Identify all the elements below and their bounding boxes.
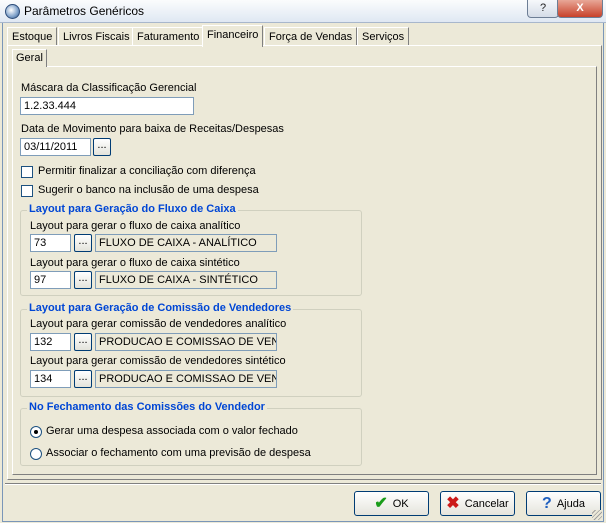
app-icon [5,4,20,19]
subtab-geral[interactable]: Geral [12,49,47,67]
question-icon: ? [542,494,552,512]
button-separator [5,483,601,485]
date-picker-button[interactable]: ... [93,138,111,156]
comissao-group-title: Layout para Geração de Comissão de Vende… [27,302,294,314]
data-movimento-label: Data de Movimento para baixa de Receitas… [21,123,284,135]
comissao-sintetico-code-field[interactable]: 134 [30,370,71,388]
resize-grip[interactable] [592,510,602,520]
comissao-sintetico-desc-field: PRODUCAO E COMISSAO DE VEND [95,370,277,388]
tab-forca-de-vendas[interactable]: Força de Vendas [264,27,358,46]
help-button[interactable]: ? Ajuda [526,491,601,516]
cancel-button[interactable]: ✖ Cancelar [440,491,515,516]
tab-financeiro[interactable]: Financeiro [202,25,264,47]
fluxo-sintetico-desc-field: FLUXO DE CAIXA - SINTÉTICO [95,271,277,289]
comissao-sintetico-lookup-button[interactable]: ... [74,370,92,388]
fluxo-analitico-code-field[interactable]: 73 [30,234,71,252]
help-window-button[interactable]: ? [527,0,559,18]
mascara-label: Máscara da Classificação Gerencial [21,82,197,94]
fechamento-group-title: No Fechamento das Comissões do Vendedor [27,401,267,413]
comissao-analitico-lookup-button[interactable]: ... [74,333,92,351]
tab-estoque[interactable]: Estoque [7,27,58,46]
fluxo-analitico-desc-field: FLUXO DE CAIXA - ANALÍTICO [95,234,277,252]
tab-livros-fiscais[interactable]: Livros Fiscais [58,27,135,46]
conciliacao-label: Permitir finalizar a conciliação com dif… [38,165,256,177]
title-bar[interactable]: Parâmetros Genéricos ? X [0,0,606,23]
ok-button[interactable]: ✔ OK [354,491,429,516]
sugerir-banco-checkbox[interactable] [21,185,33,197]
window-title: Parâmetros Genéricos [24,4,145,18]
mascara-field[interactable]: 1.2.33.444 [20,97,194,115]
fluxo-analitico-label: Layout para gerar o fluxo de caixa analí… [30,220,241,232]
associar-previsao-label: Associar o fechamento com uma previsão d… [46,447,311,459]
sugerir-banco-label: Sugerir o banco na inclusão de uma despe… [38,184,259,196]
comissao-analitico-desc-field: PRODUCAO E COMISSAO DE VEND [95,333,277,351]
associar-previsao-radio[interactable] [30,448,42,460]
help-button-label: Ajuda [556,497,585,510]
conciliacao-checkbox[interactable] [21,166,33,178]
comissao-sintetico-label: Layout para gerar comissão de vendedores… [30,355,286,367]
fluxo-analitico-lookup-button[interactable]: ... [74,234,92,252]
fluxo-sintetico-lookup-button[interactable]: ... [74,271,92,289]
gerar-despesa-radio[interactable] [30,426,42,438]
comissao-analitico-label: Layout para gerar comissão de vendedores… [30,318,287,330]
fluxo-sintetico-code-field[interactable]: 97 [30,271,71,289]
data-movimento-field[interactable]: 03/11/2011 [20,138,91,156]
tab-servicos[interactable]: Serviços [357,27,410,46]
tab-faturamento[interactable]: Faturamento [132,27,205,46]
check-icon: ✔ [374,494,388,512]
x-icon: ✖ [446,494,460,512]
comissao-analitico-code-field[interactable]: 132 [30,333,71,351]
fluxo-sintetico-label: Layout para gerar o fluxo de caixa sinté… [30,257,240,269]
fluxo-caixa-group-title: Layout para Geração do Fluxo de Caixa [27,203,238,215]
ok-button-label: OK [392,497,409,510]
gerar-despesa-label: Gerar uma despesa associada com o valor … [46,425,298,437]
close-window-button[interactable]: X [557,0,603,18]
cancel-button-label: Cancelar [464,497,509,510]
